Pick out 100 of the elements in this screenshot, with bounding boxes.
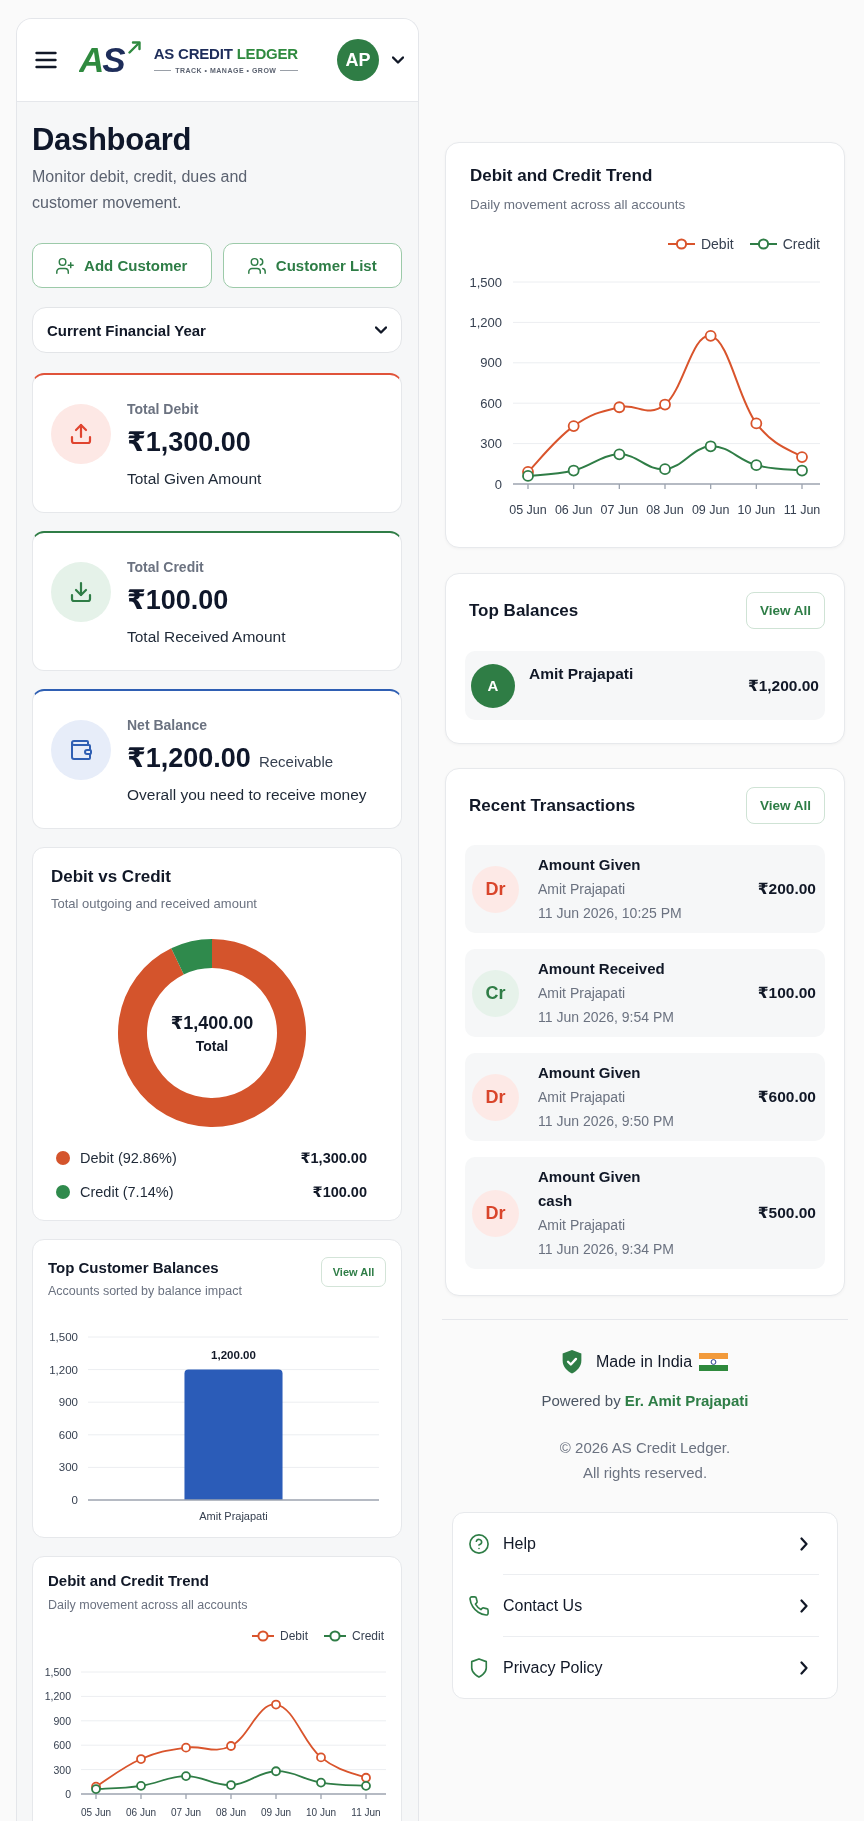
x-axis-label: 07 Jun [171, 1806, 201, 1818]
data-point [659, 463, 671, 476]
x-axis-label: 05 Jun [509, 503, 547, 517]
transaction-time: 11 Jun 2026, 9:34 PM [538, 1240, 674, 1259]
transaction-amount: ₹200.00 [757, 880, 817, 898]
card-subtitle: Total outgoing and received amount [51, 895, 258, 913]
data-point [316, 1777, 326, 1788]
legend-label: Credit [782, 236, 820, 252]
card-title: Recent Transactions [469, 794, 636, 817]
transaction-row[interactable]: Dr Amount Given cash Amit Prajapati 11 Jun 2026, 9:34 PM ₹500.00 [465, 1157, 825, 1269]
transaction-time: 11 Jun 2026, 9:54 PM [538, 1008, 674, 1027]
copyright-text: © 2026 AS Credit Ledger. [559, 1438, 731, 1458]
legend-label: Credit (7.14%) [80, 1184, 174, 1200]
x-axis-label: 06 Jun [126, 1806, 156, 1818]
y-axis-label: 0 [71, 1494, 78, 1506]
y-axis-label: 600 [480, 395, 502, 411]
shield-check-icon [561, 1350, 582, 1374]
customer-name: Amit Prajapati [538, 1216, 627, 1235]
author-link[interactable]: Er. Amit Prajapati [624, 1392, 749, 1409]
data-point [361, 1780, 371, 1791]
data-point [226, 1780, 236, 1790]
data-point [181, 1742, 191, 1753]
y-axis-label: 600 [53, 1739, 71, 1752]
period-select[interactable]: Current Financial Year [32, 307, 402, 353]
transaction-row[interactable]: Dr Amount Given Amit Prajapati 11 Jun 2026, 10:25 PM ₹200.00 [465, 845, 825, 933]
data-point [136, 1780, 146, 1791]
x-axis-label: 05 Jun [81, 1806, 111, 1818]
customer-list-button[interactable]: Customer List [222, 243, 402, 288]
legend-label: Debit (92.86%) [80, 1150, 177, 1166]
data-point [316, 1752, 326, 1763]
y-axis-label: 0 [494, 476, 502, 492]
y-axis-label: 0 [65, 1788, 71, 1800]
balance-amount: ₹1,200.00 [747, 676, 819, 695]
customer-name: Amit Prajapati [538, 984, 627, 1003]
x-axis-label: 09 Jun [261, 1806, 291, 1818]
flag-icon [699, 1353, 729, 1371]
transaction-type-badge: Dr [472, 865, 519, 913]
download-icon [51, 562, 111, 622]
y-axis-label: 300 [480, 436, 502, 452]
data-point [567, 420, 580, 432]
card-title: Debit and Credit Trend [470, 165, 654, 187]
x-axis-label: 08 Jun [216, 1806, 246, 1818]
data-point [796, 451, 808, 463]
x-axis-label: Amit Prajapati [199, 1510, 268, 1522]
data-point [271, 1766, 281, 1777]
view-all-button[interactable]: View All [746, 592, 825, 629]
data-point [704, 440, 717, 453]
data-point [613, 401, 626, 414]
card-amount: ₹1,300.00 [127, 426, 251, 459]
users-icon [247, 256, 266, 275]
view-all-button[interactable]: View All [321, 1257, 386, 1287]
x-axis-label: 11 Jun [351, 1806, 381, 1818]
data-point [659, 398, 671, 411]
trend-arrow-icon [127, 41, 141, 54]
transaction-title: Amount Given [538, 1167, 642, 1187]
transaction-type-badge: Dr [472, 1073, 519, 1121]
transaction-row[interactable]: Dr Amount Given Amit Prajapati 11 Jun 2026, 9:50 PM ₹600.00 [465, 1053, 825, 1141]
view-all-button[interactable]: View All [746, 787, 825, 824]
upload-icon [51, 404, 111, 464]
card-amount: ₹1,200.00 [127, 742, 251, 775]
contact-link[interactable]: Contact Us [453, 1575, 837, 1636]
card-label: Total Debit [127, 400, 200, 418]
transaction-note: cash [538, 1191, 574, 1211]
privacy-link[interactable]: Privacy Policy [453, 1637, 837, 1698]
x-axis-label: 08 Jun [646, 503, 684, 517]
balance-row[interactable]: A Amit Prajapati ₹1,200.00 [465, 651, 825, 720]
legend-label: Debit [700, 236, 734, 252]
transaction-amount: ₹100.00 [757, 984, 817, 1002]
legend-amount: ₹100.00 [312, 1184, 367, 1200]
card-title: Debit vs Credit [51, 866, 172, 888]
donut-total-value: ₹1,400.00 [170, 1011, 254, 1034]
user-plus-icon [56, 256, 75, 275]
help-link[interactable]: Help [453, 1513, 837, 1574]
menu-icon[interactable] [35, 51, 57, 69]
card-subtitle: Accounts sorted by balance impact [48, 1283, 242, 1299]
phone-icon [469, 1595, 489, 1616]
transaction-row[interactable]: Cr Amount Received Amit Prajapati 11 Jun 2026, 9:54 PM ₹100.00 [465, 949, 825, 1037]
page-subtitle: Monitor debit, credit, dues and customer movement. [32, 167, 249, 213]
data-point [750, 459, 763, 472]
add-customer-button[interactable]: Add Customer [32, 243, 212, 288]
data-point [271, 1699, 281, 1710]
x-axis-label: 11 Jun [783, 503, 821, 517]
transaction-title: Amount Received [538, 959, 666, 979]
data-point [704, 329, 717, 342]
powered-by-text: Powered by Er. Amit Prajapati [540, 1391, 750, 1411]
card-amount: ₹100.00 [127, 584, 229, 617]
y-axis-label: 1,200 [49, 1363, 78, 1376]
x-axis-label: 10 Jun [306, 1806, 336, 1818]
data-point [361, 1772, 371, 1783]
data-point [522, 470, 534, 482]
y-axis-label: 300 [53, 1763, 71, 1776]
card-caption: Total Received Amount [127, 627, 286, 647]
card-caption: Overall you need to receive money [127, 785, 367, 805]
made-in-text: Made in India [595, 1353, 693, 1371]
y-axis-label: 900 [53, 1714, 71, 1727]
y-axis-label: 1,200 [44, 1690, 71, 1703]
chevron-down-icon[interactable] [392, 54, 404, 66]
chevron-down-icon [375, 324, 387, 336]
avatar[interactable]: AP [337, 39, 379, 81]
help-icon [469, 1533, 489, 1554]
